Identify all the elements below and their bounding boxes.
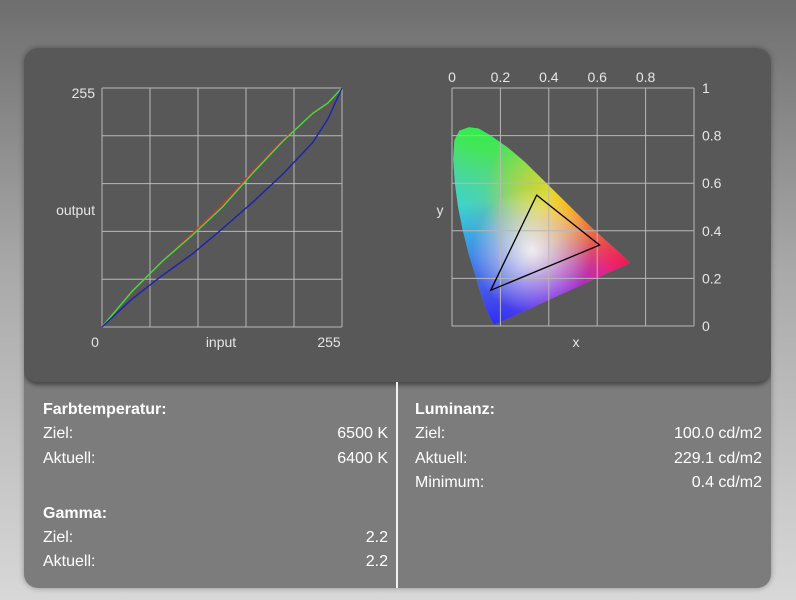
chart-area: output input 255 0 255 0 0.2 0.4 0.6 0.8… <box>24 48 771 382</box>
luminanz-minimum-label: Minimum: <box>415 474 485 491</box>
cie-x-tick-label: 0 <box>448 69 456 85</box>
gamma-ziel-value: 2.2 <box>365 529 388 546</box>
luminanz-aktuell-value: 229.1 cd/m2 <box>673 450 762 467</box>
gamma-chart-series <box>101 87 343 328</box>
stats-left-column: Farbtemperatur: Ziel: 6500 K Aktuell: 64… <box>24 382 396 588</box>
calibration-panel: output input 255 0 255 0 0.2 0.4 0.6 0.8… <box>24 48 771 588</box>
cie-y-tick-label: 1 <box>702 80 710 96</box>
gamma-x-tick-label: 0 <box>91 334 99 350</box>
gamma-y-axis-label: output <box>56 202 95 218</box>
luminanz-heading: Luminanz: <box>415 401 495 418</box>
farbtemperatur-ziel-label: Ziel: <box>43 425 74 442</box>
stats-right-column: Luminanz: Ziel: 100.0 cd/m2 Aktuell: 229… <box>398 382 771 588</box>
gamma-x-tick-label: 255 <box>317 334 341 350</box>
cie-y-tick-label: 0 <box>702 318 710 334</box>
farbtemperatur-heading: Farbtemperatur: <box>43 401 167 418</box>
cie-y-tick-label: 0.8 <box>702 128 722 144</box>
gamma-y-tick-label: 255 <box>72 85 96 101</box>
luminanz-aktuell-label: Aktuell: <box>415 450 468 467</box>
charts-svg: output input 255 0 255 0 0.2 0.4 0.6 0.8… <box>56 69 722 350</box>
gamma-series-line <box>101 87 343 328</box>
cie-y-tick-label: 0.2 <box>702 270 722 286</box>
luminanz-ziel-label: Ziel: <box>415 425 446 442</box>
gamma-ziel-label: Ziel: <box>43 529 74 546</box>
cie-y-tick-label: 0.6 <box>702 175 722 191</box>
farbtemperatur-aktuell-label: Aktuell: <box>43 450 96 467</box>
cie-x-tick-label: 0.2 <box>491 69 511 85</box>
luminanz-ziel-value: 100.0 cd/m2 <box>673 425 762 442</box>
gamma-aktuell-label: Aktuell: <box>43 553 96 570</box>
stats-divider <box>396 382 398 588</box>
farbtemperatur-ziel-value: 6500 K <box>337 425 388 442</box>
cie-x-tick-label: 0.4 <box>539 69 559 85</box>
cie-y-tick-label: 0.4 <box>702 223 722 239</box>
farbtemperatur-aktuell-value: 6400 K <box>337 450 388 467</box>
gamma-curve-chart: output input 255 0 255 <box>56 85 343 350</box>
gamma-heading: Gamma: <box>43 505 108 522</box>
cie-x-tick-label: 0.8 <box>636 69 656 85</box>
cie-x-axis-label: x <box>573 334 580 350</box>
cie-color-horseshoe <box>453 127 630 325</box>
cie-chromaticity-chart: 0 0.2 0.4 0.6 0.8 1 0.8 0.6 0.4 0.2 0 y x <box>437 69 722 350</box>
gamma-aktuell-value: 2.2 <box>365 553 388 570</box>
luminanz-minimum-value: 0.4 cd/m2 <box>691 474 762 491</box>
cie-y-axis-label: y <box>437 202 444 218</box>
cie-x-tick-label: 0.6 <box>587 69 607 85</box>
gamma-x-axis-label: input <box>206 334 236 350</box>
